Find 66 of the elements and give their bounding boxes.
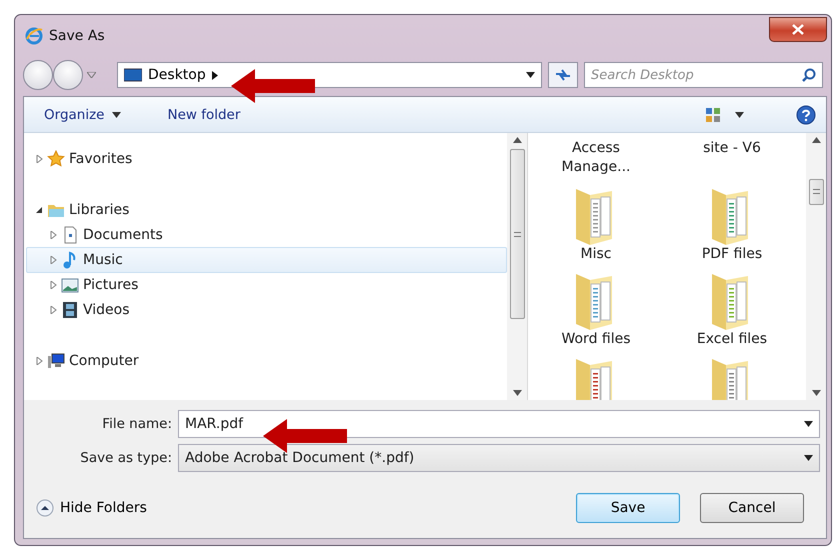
scrollbar[interactable]	[507, 133, 527, 400]
folder-name[interactable]: Excel files	[682, 330, 782, 349]
search-field[interactable]: Search Desktop	[584, 62, 823, 88]
folder-name[interactable]: site - V6	[682, 139, 782, 158]
address-bar[interactable]: Desktop	[117, 62, 542, 88]
dialog-button[interactable]: Cancel	[700, 493, 804, 523]
computer-icon	[47, 352, 65, 370]
refresh-button[interactable]	[548, 62, 578, 88]
folder-name[interactable]: Access Manage...	[546, 139, 646, 177]
scroll-up-icon[interactable]	[812, 137, 820, 143]
picture-icon	[61, 276, 79, 294]
view-icon	[705, 106, 721, 122]
dropdown-caret-icon	[804, 421, 813, 427]
hide-folders-button[interactable]: Hide Folders	[36, 499, 147, 517]
collapsed-triangle-icon[interactable]	[35, 357, 43, 366]
scroll-down-icon	[812, 390, 820, 396]
search-icon	[802, 68, 816, 82]
history-caret-icon[interactable]	[87, 72, 96, 78]
scroll-up-icon[interactable]	[512, 137, 522, 143]
tree-item[interactable]: Libraries	[26, 197, 507, 222]
tree-item[interactable]: Pictures	[26, 272, 507, 298]
scroll-thumb[interactable]	[808, 178, 824, 204]
arrow-icon	[263, 419, 347, 453]
help-icon[interactable]	[796, 104, 816, 124]
folder-name[interactable]: Word files	[546, 330, 646, 349]
refresh-icon	[554, 68, 572, 82]
dropdown-caret-icon	[526, 72, 535, 78]
film-icon	[61, 301, 79, 320]
dropdown-caret-icon	[804, 455, 813, 461]
folder-name[interactable]: PDF files	[682, 245, 782, 264]
tree-item[interactable]: Computer	[26, 348, 507, 374]
tree-item[interactable]: Documents	[26, 222, 507, 248]
collapsed-triangle-icon[interactable]	[49, 256, 57, 264]
folder-name[interactable]: Misc	[546, 245, 646, 264]
collapsed-triangle-icon[interactable]	[49, 281, 57, 290]
browser-logo-icon	[25, 27, 43, 45]
expanded-triangle-icon[interactable]	[35, 206, 43, 214]
close-button[interactable]	[769, 17, 827, 42]
tree-item[interactable]: Videos	[26, 298, 507, 323]
window-title: Save As	[49, 28, 106, 44]
breadcrumb[interactable]: Desktop	[148, 67, 206, 83]
scroll-thumb[interactable]	[510, 149, 524, 319]
caret-icon	[735, 112, 744, 118]
field-label: Save as type:	[79, 450, 172, 466]
organize-button[interactable]: Organize	[36, 106, 130, 122]
scrollbar[interactable]	[806, 133, 826, 400]
caret-icon	[112, 112, 122, 118]
close-icon	[792, 24, 804, 35]
scroll-down-icon	[512, 390, 522, 396]
tree-item[interactable]: Favorites	[26, 146, 507, 172]
desktop-icon	[124, 68, 142, 82]
arrow-icon	[231, 69, 315, 103]
file-type-dropdown[interactable]: Adobe Acrobat Document (*.pdf)	[178, 444, 820, 472]
file-name-field[interactable]: MAR.pdf	[178, 410, 820, 438]
collapsed-triangle-icon[interactable]	[49, 230, 57, 239]
breadcrumb-arrow-icon[interactable]	[212, 70, 218, 80]
field-label: File name:	[101, 416, 172, 432]
star-icon	[47, 150, 65, 168]
collapse-chevron-icon	[36, 499, 54, 517]
new-folder-button[interactable]: New folder	[159, 106, 248, 122]
back-button[interactable]	[23, 60, 53, 90]
forward-button[interactable]	[53, 60, 83, 90]
dialog-button[interactable]: Save	[576, 493, 680, 523]
collapsed-triangle-icon[interactable]	[35, 154, 43, 163]
collapsed-triangle-icon[interactable]	[49, 306, 57, 314]
tree-item[interactable]: Music	[26, 247, 507, 273]
